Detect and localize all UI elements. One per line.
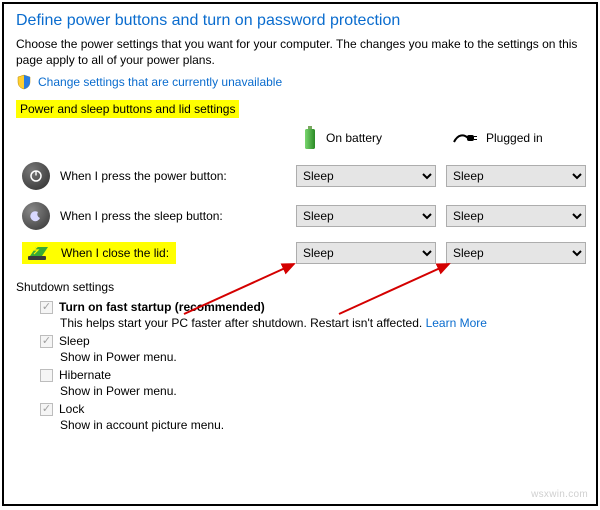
learn-more-link[interactable]: Learn More xyxy=(426,316,487,330)
sleep-button-icon xyxy=(22,202,50,230)
sleep-label: Sleep xyxy=(59,334,90,348)
lock-label: Lock xyxy=(59,402,84,416)
hibernate-label: Hibernate xyxy=(59,368,111,382)
checkbox-lock[interactable] xyxy=(40,403,53,416)
section-buttons-title: Power and sleep buttons and lid settings xyxy=(16,100,239,118)
lid-plugged-select[interactable]: Sleep xyxy=(446,242,586,264)
checkbox-hibernate[interactable] xyxy=(40,369,53,382)
col-battery-label: On battery xyxy=(326,131,382,145)
lid-battery-select[interactable]: Sleep xyxy=(296,242,436,264)
checkbox-sleep[interactable] xyxy=(40,335,53,348)
row-lid-label: When I close the lid: xyxy=(58,245,172,261)
power-battery-select[interactable]: Sleep xyxy=(296,165,436,187)
checkbox-fast-startup[interactable] xyxy=(40,301,53,314)
sleep-battery-select[interactable]: Sleep xyxy=(296,205,436,227)
page-intro: Choose the power settings that you want … xyxy=(16,36,584,68)
fast-startup-desc: This helps start your PC faster after sh… xyxy=(60,316,426,330)
fast-startup-label: Turn on fast startup (recommended) xyxy=(59,300,265,314)
change-settings-link[interactable]: Change settings that are currently unava… xyxy=(38,75,282,89)
lock-desc: Show in account picture menu. xyxy=(60,418,584,432)
hibernate-desc: Show in Power menu. xyxy=(60,384,584,398)
sleep-desc: Show in Power menu. xyxy=(60,350,584,364)
power-plugged-select[interactable]: Sleep xyxy=(446,165,586,187)
watermark: wsxwin.com xyxy=(531,489,588,500)
power-button-icon xyxy=(22,162,50,190)
section-shutdown-title: Shutdown settings xyxy=(16,280,584,294)
battery-icon xyxy=(302,126,318,150)
sleep-plugged-select[interactable]: Sleep xyxy=(446,205,586,227)
shield-icon xyxy=(16,74,32,90)
plug-icon xyxy=(452,130,478,146)
page-title: Define power buttons and turn on passwor… xyxy=(16,12,584,30)
power-options-panel: Define power buttons and turn on passwor… xyxy=(2,2,598,506)
row-sleep-label: When I press the sleep button: xyxy=(60,209,223,223)
lid-icon xyxy=(26,244,50,262)
row-power-label: When I press the power button: xyxy=(60,169,227,183)
col-plugged-label: Plugged in xyxy=(486,131,543,145)
